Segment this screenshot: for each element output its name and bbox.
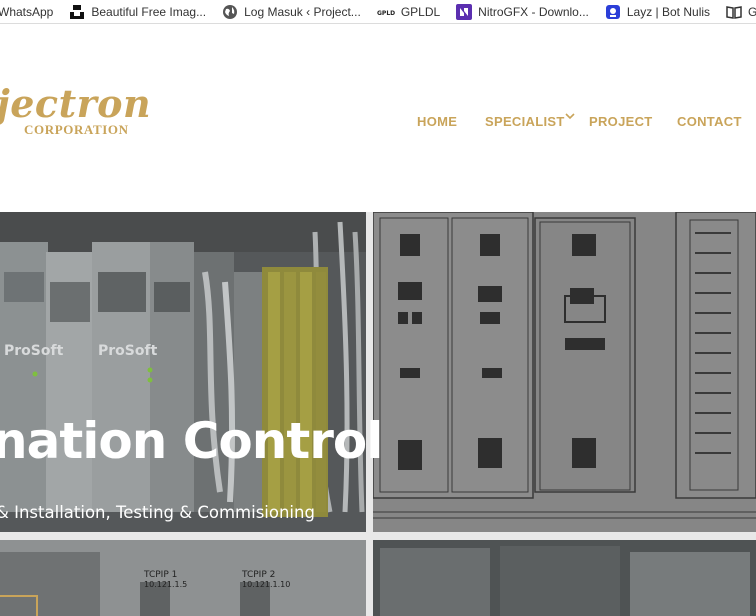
hero-cta-button[interactable]: [0, 595, 38, 616]
chevron-down-icon[interactable]: [565, 108, 575, 120]
bookmark-label: WhatsApp: [0, 4, 54, 19]
hero-title: nation Control: [0, 412, 383, 470]
layz-icon: [605, 4, 621, 20]
book-icon: [726, 4, 742, 20]
logo-wordmark: jectron: [0, 81, 152, 126]
bookmark-label: Layz | Bot Nulis: [626, 4, 711, 19]
bookmark-label: GPLDL: [400, 4, 441, 19]
bookmark-g[interactable]: G: [726, 0, 756, 23]
bookmark-gpldl[interactable]: GPLDL GPLDL: [377, 0, 441, 23]
svg-text:10.121.1.10: 10.121.1.10: [242, 580, 290, 589]
bookmark-whatsapp[interactable]: WhatsApp: [0, 0, 54, 23]
bookmark-layz[interactable]: Layz | Bot Nulis: [605, 0, 711, 23]
nav-specialist[interactable]: SPECIALIST: [485, 114, 565, 129]
bookmark-log-masuk[interactable]: Log Masuk ‹ Project...: [222, 0, 361, 23]
nitrogfx-icon: [456, 3, 473, 20]
bookmark-nitrogfx[interactable]: NitroGFX - Downlo...: [456, 0, 589, 23]
bookmark-label: Log Masuk ‹ Project...: [244, 4, 361, 19]
bookmark-unsplash[interactable]: Beautiful Free Imag...: [69, 0, 207, 23]
bookmark-label: NitroGFX - Downlo...: [478, 4, 589, 19]
svg-text:GPLDL: GPLDL: [377, 10, 395, 17]
logo-tagline: CORPORATION: [24, 122, 129, 137]
gpldl-icon: GPLDL: [377, 4, 395, 20]
svg-text:ProSoft: ProSoft: [4, 343, 64, 359]
bookmark-label: Beautiful Free Imag...: [91, 4, 207, 19]
globe-icon: [222, 4, 238, 20]
svg-text:TCPIP 2: TCPIP 2: [241, 570, 275, 580]
svg-text:10.121.1.5: 10.121.1.5: [144, 580, 187, 589]
svg-text:ProSoft: ProSoft: [98, 343, 158, 359]
bookmark-label: G: [748, 5, 756, 19]
bookmarks-bar: WhatsApp Beautiful Free Imag... Log Masu…: [0, 0, 756, 24]
hero-subtitle: & Installation, Testing & Commisioning: [0, 503, 315, 522]
nav-contact[interactable]: CONTACT: [677, 114, 742, 129]
unsplash-icon: [69, 4, 85, 20]
nav-project[interactable]: PROJECT: [589, 114, 653, 129]
nav-home[interactable]: HOME: [417, 114, 457, 129]
hero-section: ProSoft ProSoft TCPIP 1 10.121.1.5 TCPIP…: [0, 212, 756, 616]
site-header: jectron CORPORATION HOME SPECIALIST PROJ…: [0, 25, 756, 212]
svg-text:TCPIP 1: TCPIP 1: [143, 570, 177, 580]
